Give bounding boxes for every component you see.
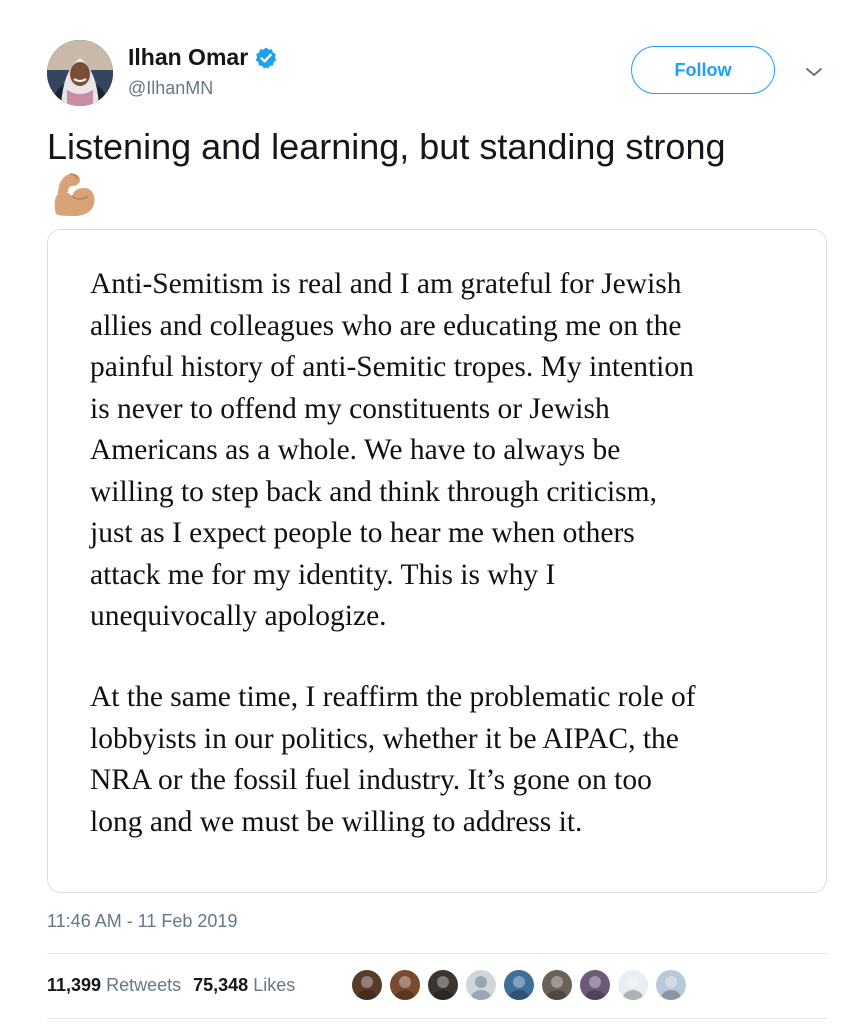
tweet-stats: 11,399 Retweets 75,348 Likes (47, 975, 295, 996)
likes-count[interactable]: 75,348 (193, 975, 248, 995)
divider (47, 1018, 827, 1019)
liker-avatar[interactable] (388, 968, 422, 1002)
author-name[interactable]: Ilhan Omar (128, 44, 278, 71)
retweets-count[interactable]: 11,399 (47, 975, 101, 995)
chevron-down-icon[interactable] (803, 64, 825, 80)
statement-paragraph-1: Anti-Semitism is real and I am grateful … (90, 268, 694, 632)
author-name-text[interactable]: Ilhan Omar (128, 44, 248, 71)
liker-avatar[interactable] (426, 968, 460, 1002)
retweets-label[interactable]: Retweets (106, 975, 181, 995)
liker-avatar[interactable] (654, 968, 688, 1002)
liker-avatar[interactable] (540, 968, 574, 1002)
liker-avatar[interactable] (350, 968, 384, 1002)
divider (47, 953, 827, 954)
liker-avatar[interactable] (616, 968, 650, 1002)
avatar-photo-icon (547, 976, 567, 1000)
avatar-photo-icon (509, 976, 529, 1000)
liker-avatar[interactable] (502, 968, 536, 1002)
tweet-timestamp[interactable]: 11:46 AM - 11 Feb 2019 (47, 911, 237, 932)
likes-stat[interactable]: 75,348 Likes (193, 975, 295, 995)
author-avatar[interactable] (47, 40, 113, 106)
avatar-photo-icon (471, 976, 491, 1000)
statement-paragraph-2: At the same time, I reaffirm the problem… (90, 681, 696, 838)
avatar-photo-icon (433, 976, 453, 1000)
avatar-photo-icon (661, 976, 681, 1000)
author-handle[interactable]: @IlhanMN (128, 78, 213, 99)
likes-label[interactable]: Likes (253, 975, 295, 995)
flexed-biceps-icon (54, 173, 95, 216)
avatar-photo-icon (395, 976, 415, 1000)
retweets-stat[interactable]: 11,399 Retweets (47, 975, 181, 995)
liker-avatars (350, 968, 692, 1002)
avatar-photo-icon (585, 976, 605, 1000)
tweet-text: Listening and learning, but standing str… (47, 126, 726, 167)
follow-button[interactable]: Follow (631, 46, 775, 94)
avatar-photo-icon (357, 976, 377, 1000)
profile-photo-icon (47, 40, 113, 106)
verified-badge-icon (255, 47, 277, 69)
liker-avatar[interactable] (464, 968, 498, 1002)
liker-avatar[interactable] (578, 968, 612, 1002)
avatar-photo-icon (623, 976, 643, 1000)
